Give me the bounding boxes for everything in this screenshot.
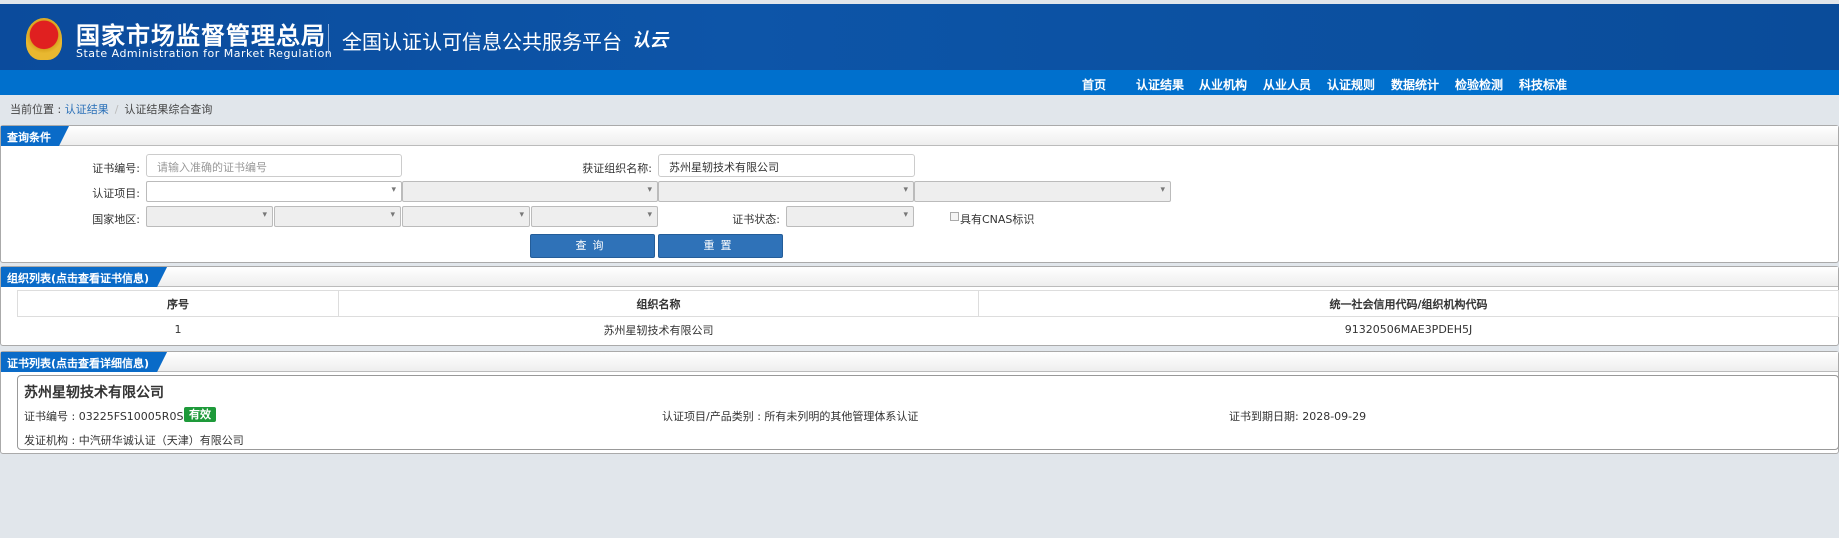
panel-header: 查询条件 [1,126,1838,146]
cert-expiry: 证书到期日期: 2028-09-29 [1229,410,1367,423]
status-badge: 有效 [184,407,216,422]
national-emblem-icon [26,18,62,60]
nav-personnel[interactable]: 从业人员 [1263,76,1311,93]
nav-statistics[interactable]: 数据统计 [1391,76,1439,93]
breadcrumb: 当前位置 : 认证结果 / 认证结果综合查询 [10,101,212,117]
breadcrumb-prefix: 当前位置 : [10,103,65,116]
status-label: 证书状态: [732,213,780,226]
cert-list-title: 证书列表(点击查看详细信息) [1,352,167,372]
nav-inspection[interactable]: 检验检测 [1455,76,1503,93]
table-header: 序号 组织名称 统一社会信用代码/组织机构代码 [17,290,1839,317]
nav-cert-results[interactable]: 认证结果 [1136,76,1184,93]
breadcrumb-current: 认证结果综合查询 [124,103,213,116]
cloud-logo: 认云 [632,30,668,51]
nav-home[interactable]: 首页 [1082,76,1106,93]
project-select-2[interactable] [402,181,658,202]
agency-name-cn: 国家市场监督管理总局 [76,22,326,50]
region-select-4[interactable] [531,206,658,227]
header-divider [328,24,329,54]
org-name-label: 获证组织名称: [582,162,652,175]
search-button[interactable]: 查询 [530,234,655,258]
region-select-2[interactable] [274,206,401,227]
breadcrumb-separator: / [114,103,119,116]
cert-issuer: 发证机构 : 中汽研华诚认证（天津）有限公司 [24,434,244,447]
cert-no-label: 证书编号: [92,162,140,175]
col-credit-code: 统一社会信用代码/组织机构代码 [978,290,1839,317]
org-table: 序号 组织名称 统一社会信用代码/组织机构代码 1 苏州星轫技术有限公司 913… [17,290,1839,343]
cnas-label: 具有CNAS标识 [960,213,1035,226]
cert-org-name: 苏州星轫技术有限公司 [24,385,164,401]
panel-header: 证书列表(点击查看详细信息) [1,352,1838,372]
project-label: 认证项目: [92,187,140,200]
table-row[interactable]: 1 苏州星轫技术有限公司 91320506MAE3PDEH5J [18,317,1839,343]
cell-credit-code: 91320506MAE3PDEH5J [1344,323,1473,337]
cert-number: 证书编号 : 03225FS10005R0S [24,410,184,423]
region-select-3[interactable] [402,206,530,227]
project-select-1[interactable] [146,181,402,202]
nav-standards[interactable]: 科技标准 [1519,76,1567,93]
cert-no-input[interactable]: 请输入准确的证书编号 [146,154,402,177]
region-select-1[interactable] [146,206,273,227]
nav-institutions[interactable]: 从业机构 [1199,76,1247,93]
cnas-checkbox[interactable] [950,212,959,221]
nav-rules[interactable]: 认证规则 [1327,76,1375,93]
panel-header: 组织列表(点击查看证书信息) [1,267,1838,287]
org-list-title: 组织列表(点击查看证书信息) [1,267,167,287]
org-name-input[interactable]: 苏州星轫技术有限公司 [658,154,915,177]
cert-category: 认证项目/产品类别 : 所有未列明的其他管理体系认证 [662,410,919,423]
col-org-name: 组织名称 [338,290,979,317]
region-label: 国家地区: [92,213,140,226]
project-select-4[interactable] [914,181,1171,202]
cell-index: 1 [174,323,182,337]
reset-button[interactable]: 重置 [658,234,783,258]
col-index: 序号 [17,290,339,317]
platform-title: 全国认证认可信息公共服务平台 [342,30,622,54]
agency-name-en: State Administration for Market Regulati… [76,47,333,60]
query-panel-title: 查询条件 [1,126,69,146]
project-select-3[interactable] [658,181,914,202]
cert-card[interactable]: 苏州星轫技术有限公司 证书编号 : 03225FS10005R0S 有效 认证项… [17,375,1839,450]
main-nav: 首页 认证结果 从业机构 从业人员 认证规则 数据统计 检验检测 科技标准 [0,70,1839,95]
cell-org-name[interactable]: 苏州星轫技术有限公司 [339,317,979,343]
breadcrumb-link[interactable]: 认证结果 [65,103,109,116]
site-header: 国家市场监督管理总局 State Administration for Mark… [0,4,1839,70]
status-select[interactable] [786,206,914,227]
